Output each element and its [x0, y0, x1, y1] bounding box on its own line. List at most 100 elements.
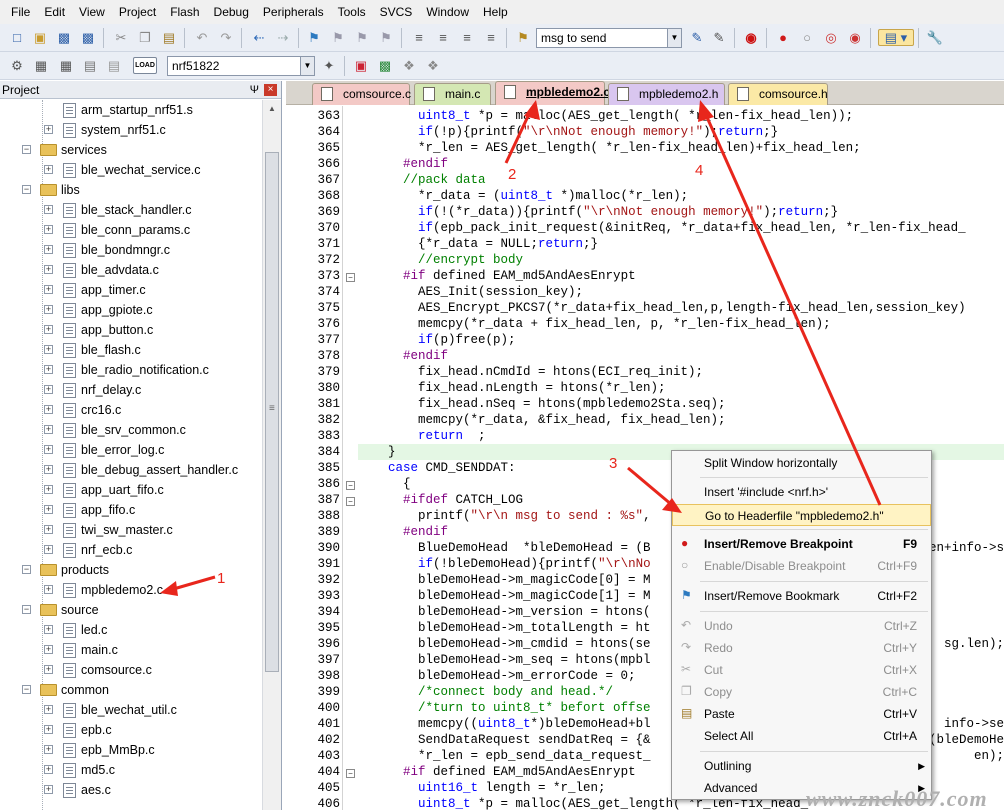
tree-item-file[interactable]: + main.c [0, 640, 260, 660]
unindent-icon[interactable]: ≡ [434, 29, 452, 46]
window-layout-icon[interactable]: ▤ ▾ [878, 29, 914, 46]
target-options-icon[interactable]: ✦ [320, 57, 338, 74]
find-icon[interactable]: ✎ [688, 29, 706, 46]
environment-icon[interactable]: ▩ [376, 57, 394, 74]
tab-mpbledemo2-c[interactable]: mpbledemo2.c [495, 81, 610, 105]
tree-item-file[interactable]: arm_startup_nrf51.s [0, 100, 260, 120]
tree-item-folder[interactable]: − common [0, 680, 260, 700]
tree-item-folder[interactable]: − libs [0, 180, 260, 200]
tab-main-c[interactable]: main.c [414, 83, 491, 105]
menu-item-enable-disable-breakpoint[interactable]: ○ Enable/Disable Breakpoint Ctrl+F9 [672, 555, 931, 577]
save-icon[interactable]: ▩ [55, 29, 73, 46]
bookmark-icon[interactable]: ⚑ [305, 29, 323, 46]
collapse-icon[interactable]: − [22, 185, 31, 194]
tree-item-file[interactable]: + nrf_ecb.c [0, 540, 260, 560]
scroll-up-icon[interactable]: ▲ [263, 100, 281, 117]
find-in-files-icon[interactable]: ⚑ [514, 29, 532, 46]
translate-icon[interactable]: ⚙ [8, 57, 26, 74]
menu-file[interactable]: File [4, 0, 37, 24]
tree-item-file[interactable]: + comsource.c [0, 660, 260, 680]
menu-item-cut[interactable]: ✂ Cut Ctrl+X [672, 659, 931, 681]
expand-icon[interactable]: + [44, 305, 53, 314]
menu-peripherals[interactable]: Peripherals [256, 0, 331, 24]
nav-back-icon[interactable]: ⇠ [250, 29, 268, 46]
expand-icon[interactable]: + [44, 505, 53, 514]
next-bookmark-icon[interactable]: ⚑ [353, 29, 371, 46]
prev-bookmark-icon[interactable]: ⚑ [329, 29, 347, 46]
expand-icon[interactable]: + [44, 325, 53, 334]
fold-toggle-icon[interactable]: − [346, 497, 355, 506]
expand-icon[interactable]: + [44, 425, 53, 434]
pin-icon[interactable]: Ψ [250, 81, 259, 99]
expand-icon[interactable]: + [44, 345, 53, 354]
tree-item-file[interactable]: + ble_wechat_util.c [0, 700, 260, 720]
load-icon[interactable]: LOAD [133, 57, 157, 74]
tree-item-file[interactable]: + twi_sw_master.c [0, 520, 260, 540]
save-all-icon[interactable]: ▩ [79, 29, 97, 46]
chevron-down-icon[interactable]: ▼ [300, 57, 314, 75]
menu-debug[interactable]: Debug [207, 0, 256, 24]
find-combo[interactable]: msg to send ▼ [536, 28, 682, 48]
tree-item-file[interactable]: + ble_advdata.c [0, 260, 260, 280]
paste-icon[interactable]: ▤ [160, 29, 178, 46]
tree-item-file[interactable]: + md5.c [0, 760, 260, 780]
project-scrollbar[interactable]: ▲ ≡ [262, 100, 281, 810]
tree-item-file[interactable]: + system_nrf51.c [0, 120, 260, 140]
menu-item-go-to-headerfile-mpbledemo2-h[interactable]: Go to Headerfile "mpbledemo2.h" [672, 504, 931, 526]
open-folder-icon[interactable]: ▣ [31, 29, 49, 46]
menu-item-insert-remove-breakpoint[interactable]: ● Insert/Remove Breakpoint F9 [672, 533, 931, 555]
menu-item-redo[interactable]: ↷ Redo Ctrl+Y [672, 637, 931, 659]
menu-tools[interactable]: Tools [331, 0, 373, 24]
nav-forward-icon[interactable]: ⇢ [274, 29, 292, 46]
tab-comsource-c[interactable]: comsource.c [312, 83, 411, 105]
menu-item-select-all[interactable]: Select All Ctrl+A [672, 725, 931, 747]
disable-all-breakpoints-icon[interactable]: ◎ [822, 29, 840, 46]
tab-mpbledemo2-h[interactable]: mpbledemo2.h [608, 83, 725, 105]
expand-icon[interactable]: + [44, 205, 53, 214]
kill-breakpoints-icon[interactable]: ◉ [846, 29, 864, 46]
expand-icon[interactable]: + [44, 225, 53, 234]
tree-item-file[interactable]: + ble_flash.c [0, 340, 260, 360]
menu-item-outlining[interactable]: Outlining ▶ [672, 755, 931, 777]
expand-icon[interactable]: + [44, 405, 53, 414]
fold-toggle-icon[interactable]: − [346, 769, 355, 778]
close-icon[interactable]: × [264, 84, 277, 96]
uncomment-icon[interactable]: ≡ [482, 29, 500, 46]
expand-icon[interactable]: + [44, 365, 53, 374]
expand-icon[interactable]: + [44, 465, 53, 474]
tree-item-file[interactable]: + ble_wechat_service.c [0, 160, 260, 180]
manage-components-icon[interactable]: ▣ [352, 57, 370, 74]
expand-icon[interactable]: + [44, 125, 53, 134]
indent-icon[interactable]: ≡ [410, 29, 428, 46]
expand-icon[interactable]: + [44, 265, 53, 274]
debug-start-icon[interactable]: ◉ [742, 29, 760, 46]
collapse-icon[interactable]: − [22, 685, 31, 694]
breakpoint-disabled-icon[interactable]: ○ [798, 29, 816, 46]
build-icon[interactable]: ▦ [32, 57, 50, 74]
fold-toggle-icon[interactable]: − [346, 481, 355, 490]
expand-icon[interactable]: + [44, 585, 53, 594]
tree-item-file[interactable]: + crc16.c [0, 400, 260, 420]
tree-item-file[interactable]: + epb.c [0, 720, 260, 740]
expand-icon[interactable]: + [44, 785, 53, 794]
comment-icon[interactable]: ≡ [458, 29, 476, 46]
tree-item-file[interactable]: + epb_MmBp.c [0, 740, 260, 760]
tab-comsource-h[interactable]: comsource.h [728, 83, 828, 105]
tree-item-file[interactable]: + ble_srv_common.c [0, 420, 260, 440]
expand-icon[interactable]: + [44, 485, 53, 494]
menu-item-insert-remove-bookmark[interactable]: ⚑ Insert/Remove Bookmark Ctrl+F2 [672, 585, 931, 607]
tree-item-file[interactable]: + ble_error_log.c [0, 440, 260, 460]
menu-item-copy[interactable]: ❐ Copy Ctrl+C [672, 681, 931, 703]
tree-item-file[interactable]: + ble_conn_params.c [0, 220, 260, 240]
expand-icon[interactable]: + [44, 285, 53, 294]
stop-build-icon[interactable]: ▤ [105, 57, 123, 74]
menu-help[interactable]: Help [476, 0, 515, 24]
tree-item-file[interactable]: + app_uart_fifo.c [0, 480, 260, 500]
menu-item-undo[interactable]: ↶ Undo Ctrl+Z [672, 615, 931, 637]
expand-icon[interactable]: + [44, 745, 53, 754]
undo-icon[interactable]: ↶ [193, 29, 211, 46]
expand-icon[interactable]: + [44, 765, 53, 774]
expand-icon[interactable]: + [44, 525, 53, 534]
tree-item-file[interactable]: + ble_debug_assert_handler.c [0, 460, 260, 480]
books-icon[interactable]: ❖ [400, 57, 418, 74]
